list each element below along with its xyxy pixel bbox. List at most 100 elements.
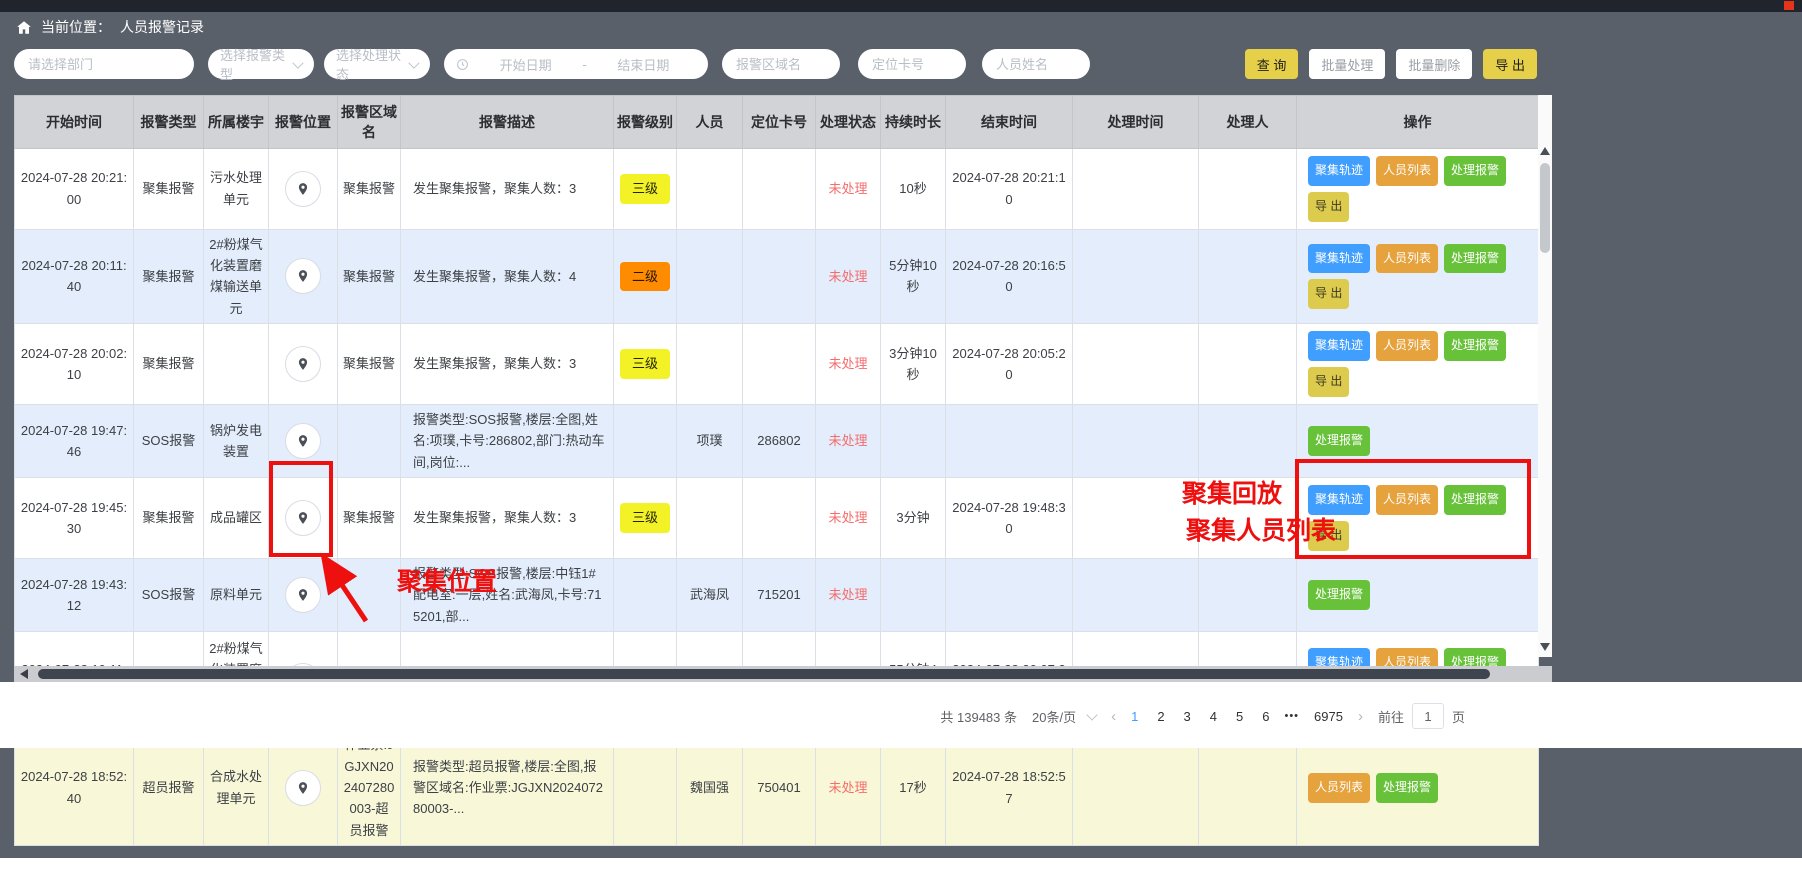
annotation-gather-members-label: 聚集人员列表: [1186, 511, 1336, 547]
table-row[interactable]: 2024-07-28 20:02:10聚集报警聚集报警发生聚集报警，聚集人数：3…: [15, 324, 1539, 405]
page-number-3[interactable]: 3: [1184, 709, 1191, 724]
page-number-6[interactable]: 6: [1262, 709, 1269, 724]
vertical-scrollbar-thumb[interactable]: [1540, 163, 1550, 253]
department-input[interactable]: [26, 56, 182, 73]
column-header-4: 报警区域名: [338, 96, 401, 149]
location-pin-icon[interactable]: [285, 171, 321, 207]
batch-handle-button[interactable]: 批量处理: [1309, 49, 1385, 79]
page-number-4[interactable]: 4: [1210, 709, 1217, 724]
export-row-button[interactable]: 导 出: [1308, 192, 1349, 222]
location-pin-icon[interactable]: [285, 423, 321, 459]
cell-alarm-level: 二级: [614, 229, 677, 324]
cell-alarm-level: 三级: [614, 149, 677, 230]
cell-handler: [1199, 324, 1297, 405]
location-pin-icon[interactable]: [285, 346, 321, 382]
person-list-button[interactable]: 人员列表: [1376, 156, 1438, 186]
handle-alarm-button[interactable]: 处理报警: [1308, 580, 1370, 610]
start-date-placeholder[interactable]: 开始日期: [473, 55, 578, 74]
goto-prefix: 前往: [1378, 707, 1404, 726]
horizontal-scrollbar-thumb[interactable]: [38, 669, 1490, 679]
page-size-value: 20条/页: [1032, 707, 1076, 726]
window-top-bar: [0, 0, 1802, 12]
cluster-track-button[interactable]: 聚集轨迹: [1308, 156, 1370, 186]
location-pin-icon[interactable]: [285, 770, 321, 806]
export-row-button[interactable]: 导 出: [1308, 367, 1349, 397]
cell-handle-status: 未处理: [816, 229, 881, 324]
scroll-left-arrow-icon[interactable]: [20, 669, 28, 679]
page-size-select[interactable]: 20条/页: [1032, 707, 1096, 726]
handle-alarm-button[interactable]: 处理报警: [1444, 156, 1506, 186]
person-name-input[interactable]: [994, 56, 1078, 73]
cell-description: 报警类型:SOS报警,楼层:全图,姓名:项璞,卡号:286802,部门:热动车间…: [401, 404, 614, 477]
annotation-box-alarm-position: [269, 461, 333, 557]
cell-start-time: 2024-07-28 20:21:00: [15, 149, 134, 230]
person-list-button[interactable]: 人员列表: [1376, 331, 1438, 361]
cluster-track-button[interactable]: 聚集轨迹: [1308, 331, 1370, 361]
breadcrumb-prefix: 当前位置：: [41, 17, 111, 37]
cell-building: 成品罐区: [204, 478, 269, 559]
status-unhandled: 未处理: [828, 356, 867, 371]
cell-area-name: 聚集报警: [338, 324, 401, 405]
area-name-input[interactable]: [734, 56, 828, 73]
page-number-1[interactable]: 1: [1131, 709, 1138, 724]
next-page-button[interactable]: ›: [1358, 708, 1363, 725]
card-number-field[interactable]: [858, 49, 966, 79]
query-button[interactable]: 查 询: [1245, 49, 1299, 79]
clock-icon: [456, 58, 469, 71]
export-button[interactable]: 导 出: [1483, 49, 1537, 79]
cell-start-time: 2024-07-28 19:43:12: [15, 558, 134, 631]
alarm-type-select[interactable]: 选择报警类型: [208, 49, 314, 79]
last-page-number[interactable]: 6975: [1314, 709, 1343, 724]
prev-page-button[interactable]: ‹: [1111, 708, 1116, 725]
cell-alarm-type: 聚集报警: [134, 478, 204, 559]
page-number-5[interactable]: 5: [1236, 709, 1243, 724]
person-list-button[interactable]: 人员列表: [1308, 773, 1370, 803]
page-title: 人员报警记录: [120, 17, 204, 37]
cell-handle-time: [1073, 324, 1199, 405]
vertical-scrollbar[interactable]: [1538, 95, 1552, 657]
cell-start-time: 2024-07-28 19:45:30: [15, 478, 134, 559]
page-number-2[interactable]: 2: [1157, 709, 1164, 724]
cell-description: 发生聚集报警，聚集人数：3: [401, 478, 614, 559]
table-row[interactable]: 2024-07-28 20:11:40聚集报警2#粉煤气化装置磨煤输送单元聚集报…: [15, 229, 1539, 324]
cell-area-name: [338, 404, 401, 477]
area-name-field[interactable]: [722, 49, 840, 79]
scroll-up-arrow-icon[interactable]: [1540, 147, 1550, 155]
table-row[interactable]: 2024-07-28 19:43:12SOS报警原料单元报警类型:SOS报警,楼…: [15, 558, 1539, 631]
page-ellipsis[interactable]: •••: [1284, 710, 1299, 722]
cluster-track-button[interactable]: 聚集轨迹: [1308, 244, 1370, 274]
horizontal-scrollbar[interactable]: [14, 666, 1552, 682]
handle-status-select[interactable]: 选择处理状态: [324, 49, 430, 79]
home-icon[interactable]: [16, 20, 32, 35]
batch-delete-button[interactable]: 批量删除: [1396, 49, 1472, 79]
location-pin-icon[interactable]: [285, 258, 321, 294]
person-name-field[interactable]: [982, 49, 1090, 79]
date-range-picker[interactable]: 开始日期 - 结束日期: [444, 49, 708, 79]
cell-end-time: 2024-07-28 20:05:20: [946, 324, 1073, 405]
department-select[interactable]: [14, 49, 194, 79]
handle-alarm-button[interactable]: 处理报警: [1376, 773, 1438, 803]
cell-end-time: 2024-07-28 20:16:50: [946, 229, 1073, 324]
handle-alarm-button[interactable]: 处理报警: [1308, 426, 1370, 456]
status-unhandled: 未处理: [828, 510, 867, 525]
cell-person: 武海凤: [677, 558, 743, 631]
cell-handle-time: [1073, 229, 1199, 324]
column-header-13: 处理人: [1199, 96, 1297, 149]
person-list-button[interactable]: 人员列表: [1376, 244, 1438, 274]
scroll-down-arrow-icon[interactable]: [1540, 643, 1550, 651]
goto-page-input[interactable]: 1: [1412, 703, 1444, 729]
alarm-type-placeholder: 选择报警类型: [220, 45, 294, 83]
export-row-button[interactable]: 导 出: [1308, 279, 1349, 309]
cell-alarm-level: 三级: [614, 478, 677, 559]
handle-alarm-button[interactable]: 处理报警: [1444, 244, 1506, 274]
cell-handle-time: [1073, 558, 1199, 631]
cell-duration: 5分钟10秒: [881, 229, 946, 324]
handle-alarm-button[interactable]: 处理报警: [1444, 331, 1506, 361]
column-header-5: 报警描述: [401, 96, 614, 149]
card-number-input[interactable]: [870, 56, 954, 73]
column-header-8: 定位卡号: [743, 96, 816, 149]
cell-card-number: [743, 324, 816, 405]
table-row[interactable]: 2024-07-28 20:21:00聚集报警污水处理单元聚集报警发生聚集报警，…: [15, 149, 1539, 230]
cell-start-time: 2024-07-28 20:11:40: [15, 229, 134, 324]
end-date-placeholder[interactable]: 结束日期: [591, 55, 696, 74]
